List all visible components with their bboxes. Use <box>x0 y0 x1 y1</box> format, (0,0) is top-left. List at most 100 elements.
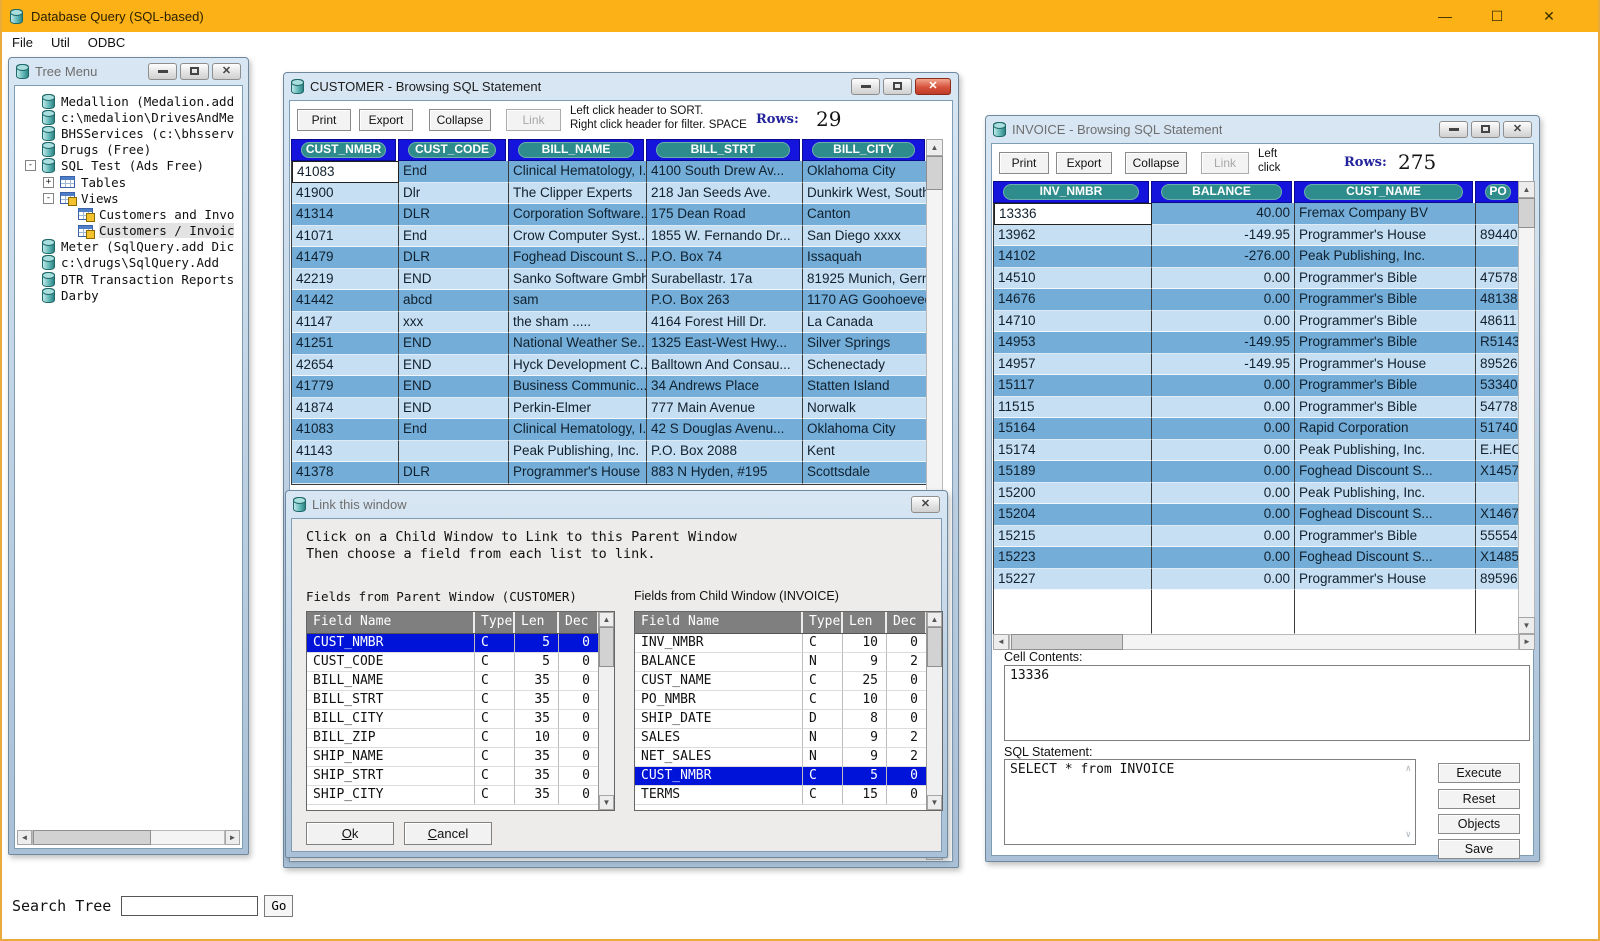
table-cell[interactable]: Foghead Discount S... <box>509 247 647 269</box>
column-header[interactable]: CUST_NMBR <box>291 139 398 161</box>
tree-item[interactable]: Customers / Invoic <box>15 223 242 239</box>
table-cell[interactable]: abcd <box>399 290 509 312</box>
invoice-hscroll-thumb[interactable] <box>1011 634 1123 650</box>
table-cell[interactable]: Canton <box>803 204 926 226</box>
table-cell[interactable]: 4164 Forest Hill Dr. <box>647 312 803 334</box>
collapse-button[interactable]: Collapse <box>1125 152 1187 174</box>
table-cell[interactable]: 41083 <box>292 419 399 441</box>
link-button[interactable]: Link <box>506 109 561 131</box>
table-cell[interactable]: 517404 <box>1476 418 1522 440</box>
go-button[interactable]: Go <box>264 895 293 917</box>
tree-item[interactable]: c:\drugs\SqlQuery.Add <box>15 255 242 271</box>
table-cell[interactable]: 13336 <box>994 203 1152 225</box>
table-row[interactable]: 41143Peak Publishing, Inc.P.O. Box 2088K… <box>292 441 942 463</box>
scrollbar-thumb[interactable] <box>927 627 942 667</box>
table-cell[interactable]: Foghead Discount S... <box>1295 461 1476 483</box>
table-cell[interactable]: 0.00 <box>1152 311 1295 333</box>
column-header[interactable]: BALANCE <box>1151 181 1294 203</box>
table-cell[interactable]: 218 Jan Seeds Ave. <box>647 183 803 205</box>
tree-item[interactable]: -SQL Test (Ads Free) <box>15 158 242 174</box>
close-icon[interactable]: ✕ <box>1536 8 1562 25</box>
table-cell[interactable]: 41779 <box>292 376 399 398</box>
table-cell[interactable]: Dlr <box>399 183 509 205</box>
table-cell[interactable]: 15117 <box>994 375 1152 397</box>
table-cell[interactable]: -276.00 <box>1152 246 1295 268</box>
table-cell[interactable]: Foghead Discount S... <box>1295 547 1476 569</box>
table-cell[interactable]: Programmer's Bible <box>1295 268 1476 290</box>
sql-statement-box[interactable]: SELECT * from INVOICE ∧ ∨ <box>1004 759 1416 845</box>
table-cell[interactable]: END <box>399 269 509 291</box>
table-row[interactable]: 152040.00Foghead Discount S...X14673J <box>994 504 1534 526</box>
field-row[interactable]: BALANCEN92 <box>635 653 942 672</box>
table-cell[interactable]: Perkin-Elmer <box>509 398 647 420</box>
table-cell[interactable]: sam <box>509 290 647 312</box>
scroll-up-icon[interactable]: ▲ <box>1518 181 1535 198</box>
column-header[interactable]: INV_NMBR <box>993 181 1151 203</box>
table-cell[interactable]: DLR <box>399 204 509 226</box>
table-cell[interactable]: 53340 <box>1476 375 1522 397</box>
table-cell[interactable]: X14578J <box>1476 461 1522 483</box>
table-cell[interactable]: X14850J <box>1476 547 1522 569</box>
scrollbar-thumb[interactable] <box>599 627 614 667</box>
table-cell[interactable]: La Canada <box>803 312 926 334</box>
table-cell[interactable]: Crow Computer Syst... <box>509 226 647 248</box>
cell-contents-box[interactable]: 13336 <box>1004 665 1530 741</box>
scroll-left-icon[interactable]: ◄ <box>17 830 32 845</box>
scroll-down-icon[interactable]: ▼ <box>927 795 942 810</box>
tree-item[interactable]: DTR Transaction Reports <box>15 271 242 287</box>
save-button[interactable]: Save <box>1438 839 1520 859</box>
table-row[interactable]: 151170.00Programmer's Bible53340 <box>994 375 1534 397</box>
table-cell[interactable]: 48138 <box>1476 289 1522 311</box>
table-cell[interactable]: End <box>399 419 509 441</box>
tree-item[interactable]: Customers and Invo <box>15 206 242 222</box>
menu-odbc[interactable]: ODBC <box>88 35 126 50</box>
table-cell[interactable]: DLR <box>399 247 509 269</box>
table-cell[interactable]: Norwalk <box>803 398 926 420</box>
table-cell[interactable]: 0.00 <box>1152 526 1295 548</box>
table-cell[interactable]: END <box>399 398 509 420</box>
table-cell[interactable]: 0.00 <box>1152 483 1295 505</box>
field-scrollbar[interactable]: ▲▼ <box>598 612 614 810</box>
field-row[interactable]: SHIP_NAMEC350 <box>307 748 614 767</box>
table-cell[interactable]: -149.95 <box>1152 354 1295 376</box>
table-cell[interactable]: 41900 <box>292 183 399 205</box>
table-cell[interactable]: Kent <box>803 441 926 463</box>
customer-vscroll-thumb[interactable] <box>926 156 943 190</box>
field-row[interactable]: SHIP_DATED80 <box>635 710 942 729</box>
tree-item[interactable]: Drugs (Free) <box>15 142 242 158</box>
table-row[interactable]: 41251ENDNational Weather Se...1325 East-… <box>292 333 942 355</box>
field-row[interactable]: CUST_NMBRC50 <box>635 767 942 786</box>
table-cell[interactable]: Business Communic... <box>509 376 647 398</box>
table-cell[interactable]: 1170 AG Goohoeved. <box>803 290 926 312</box>
table-cell[interactable]: Foghead Discount S... <box>1295 504 1476 526</box>
table-cell[interactable]: -149.95 <box>1152 332 1295 354</box>
table-cell[interactable]: 14102 <box>994 246 1152 268</box>
table-cell[interactable]: Programmer's Bible <box>1295 397 1476 419</box>
table-cell[interactable]: 14676 <box>994 289 1152 311</box>
table-row[interactable]: 42219ENDSanko Software GmbhSurabellastr.… <box>292 269 942 291</box>
maximize-icon[interactable]: ☐ <box>1484 8 1510 25</box>
menu-file[interactable]: File <box>12 35 33 50</box>
table-cell[interactable]: Oklahoma City <box>803 161 926 183</box>
table-row[interactable]: 147100.00Programmer's Bible48611 <box>994 311 1534 333</box>
customer-table-header[interactable]: CUST_NMBRCUST_CODEBILL_NAMEBILL_STRTBILL… <box>291 139 943 161</box>
table-cell[interactable]: Programmer's Bible <box>1295 375 1476 397</box>
table-cell[interactable]: 41378 <box>292 462 399 484</box>
table-row[interactable]: 41083EndClinical Hematology, I...4100 So… <box>292 161 942 183</box>
minimize-icon[interactable] <box>851 78 880 95</box>
table-cell[interactable]: Corporation Software... <box>509 204 647 226</box>
table-cell[interactable]: 0.00 <box>1152 268 1295 290</box>
table-cell[interactable]: 0.00 <box>1152 569 1295 591</box>
scroll-up-icon[interactable]: ▲ <box>599 612 614 627</box>
table-cell[interactable]: Programmer's House <box>1295 225 1476 247</box>
field-row[interactable]: CUST_NMBRC50 <box>307 634 614 653</box>
table-cell[interactable]: P.O. Box 74 <box>647 247 803 269</box>
maximize-icon[interactable] <box>180 63 209 80</box>
table-cell[interactable]: 48611 <box>1476 311 1522 333</box>
invoice-vscroll-thumb[interactable] <box>1518 198 1535 228</box>
table-cell[interactable]: 175 Dean Road <box>647 204 803 226</box>
table-cell[interactable]: P.O. Box 2088 <box>647 441 803 463</box>
export-button[interactable]: Export <box>359 109 413 131</box>
link-button[interactable]: Link <box>1201 152 1249 174</box>
print-button[interactable]: Print <box>297 109 351 131</box>
